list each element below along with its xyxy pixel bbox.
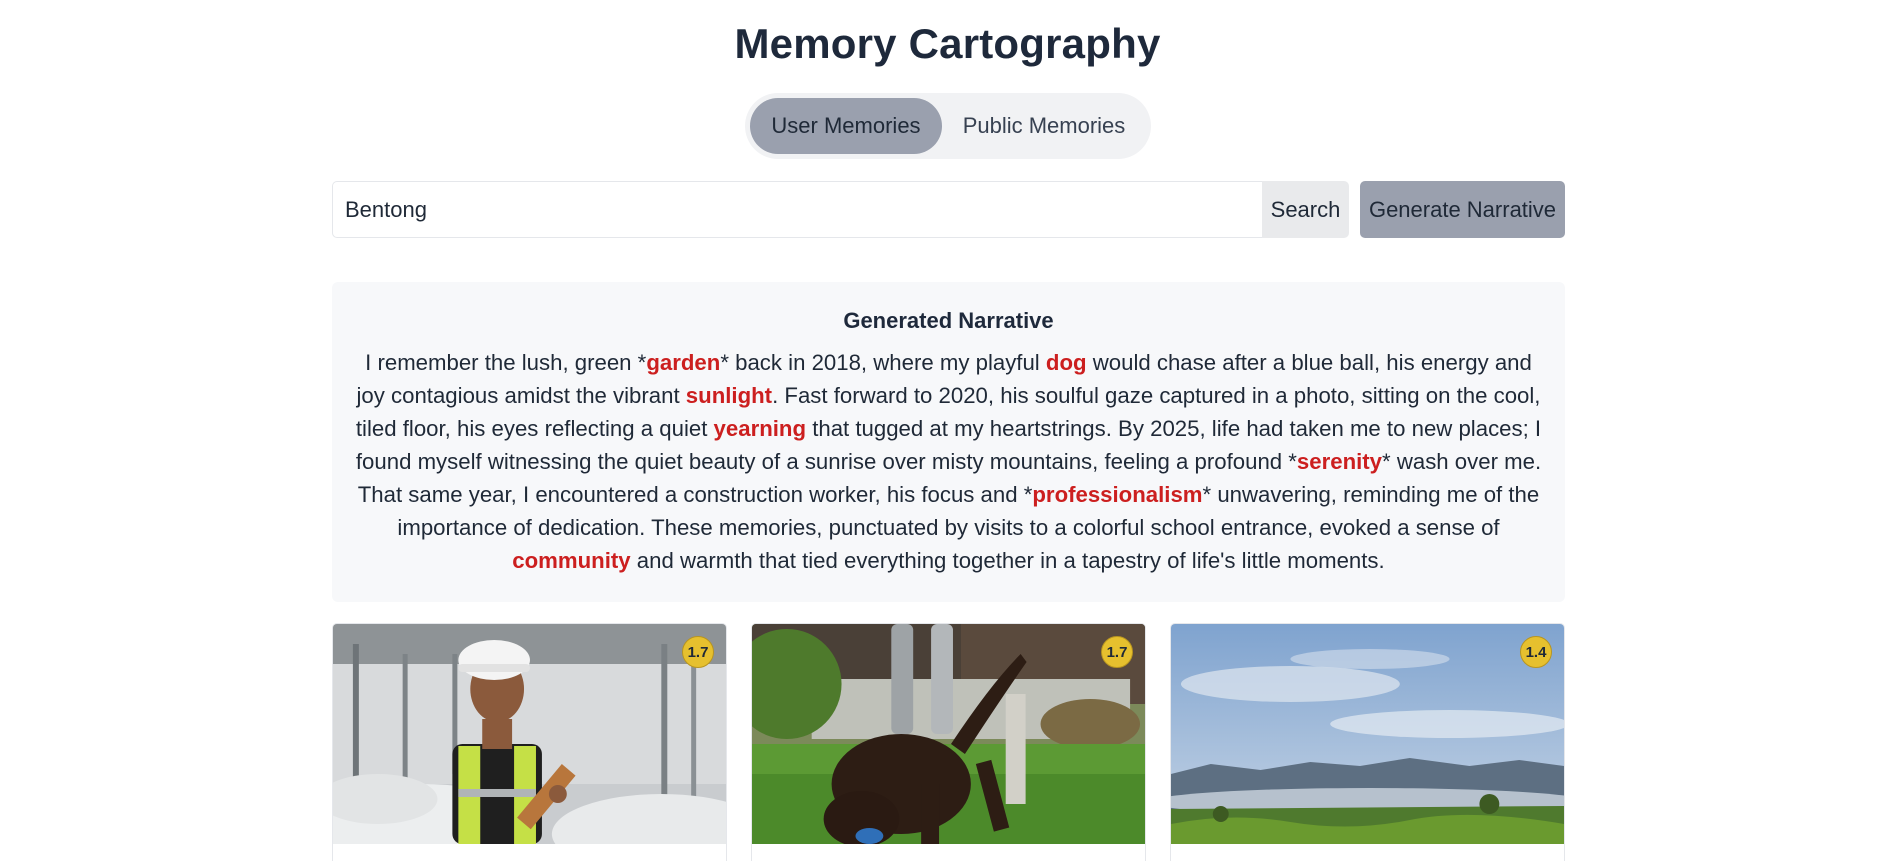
- memory-image-construction-worker: 1.7: [333, 624, 726, 844]
- search-button[interactable]: Search: [1262, 181, 1349, 238]
- narrative-segment: * back in 2018, where my playful: [720, 350, 1046, 375]
- narrative-keyword: sunlight: [685, 383, 773, 408]
- page-title: Memory Cartography: [734, 20, 1161, 67]
- narrative-keyword: dog: [1045, 350, 1087, 375]
- narrative-keyword: community: [512, 548, 631, 573]
- narrative-text: I remember the lush, green *garden* back…: [352, 346, 1545, 577]
- generate-narrative-button[interactable]: Generate Narrative: [1360, 181, 1565, 238]
- narrative-title: Generated Narrative: [843, 308, 1054, 333]
- memory-cards-grid: 1.7 1.7 1.4: [332, 623, 1565, 861]
- narrative-panel: Generated Narrative I remember the lush,…: [332, 282, 1565, 602]
- tab-user-memories[interactable]: User Memories: [750, 98, 942, 154]
- score-badge: 1.7: [1101, 636, 1133, 668]
- narrative-segment: and warmth that tied everything together…: [630, 548, 1385, 573]
- memory-card[interactable]: 1.7: [751, 623, 1146, 861]
- narrative-keyword: serenity: [1296, 449, 1383, 474]
- narrative-segment: I remember the lush, green *: [365, 350, 647, 375]
- search-input[interactable]: [332, 181, 1262, 238]
- memory-image-dog-in-garden: 1.7: [752, 624, 1145, 844]
- memory-type-toggle: User Memories Public Memories: [745, 93, 1151, 159]
- memory-image-misty-mountains: 1.4: [1171, 624, 1564, 844]
- memory-card[interactable]: 1.4: [1170, 623, 1565, 861]
- narrative-keyword: garden: [646, 350, 721, 375]
- score-badge: 1.4: [1520, 636, 1552, 668]
- score-badge: 1.7: [682, 636, 714, 668]
- narrative-keyword: yearning: [713, 416, 807, 441]
- tab-public-memories[interactable]: Public Memories: [942, 98, 1146, 154]
- narrative-keyword: professionalism: [1032, 482, 1203, 507]
- memory-card[interactable]: 1.7: [332, 623, 727, 861]
